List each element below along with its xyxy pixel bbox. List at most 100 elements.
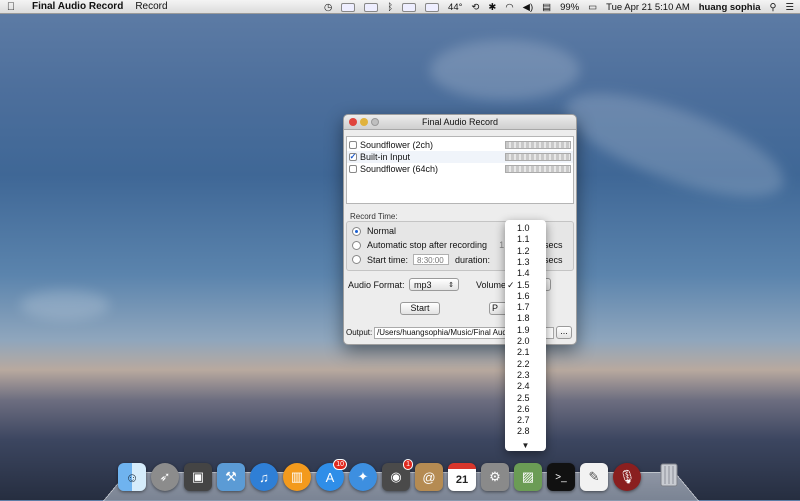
volume-option-label: 1.6 [517, 290, 530, 301]
duration-label: duration: [455, 254, 491, 265]
preview-icon[interactable]: ▨ [514, 463, 542, 491]
status-monitor-icon[interactable] [364, 2, 379, 12]
spotlight-icon[interactable]: ⚲ [770, 2, 777, 13]
status-monitor-icon[interactable] [402, 2, 417, 12]
itunes-icon[interactable]: ♫ [250, 463, 278, 491]
record-menu[interactable]: Record [135, 1, 167, 12]
title-bar[interactable]: Final Audio Record [344, 115, 576, 130]
volume-option[interactable]: 1.0 [505, 223, 546, 234]
volume-option[interactable]: 1.3 [505, 257, 546, 268]
battery-icon[interactable]: ▭ [588, 2, 597, 13]
volume-option[interactable]: 2.6 [505, 404, 546, 415]
volume-option-label: 1.3 [517, 256, 530, 267]
xcode-icon[interactable]: ⚒ [217, 463, 245, 491]
normal-radio[interactable] [352, 226, 361, 236]
notification-center-icon[interactable]: ☰ [785, 2, 794, 13]
photo-booth-icon[interactable]: ▣ [184, 463, 212, 491]
volume-option[interactable]: 1.4 [505, 268, 546, 279]
audio-format-popup[interactable]: mp3 ⇕ [409, 278, 459, 291]
volume-option[interactable]: 2.4 [505, 381, 546, 392]
volume-option[interactable]: 1.8 [505, 313, 546, 324]
ibooks-icon[interactable]: ▥ [283, 463, 311, 491]
auto-stop-radio[interactable] [352, 240, 361, 250]
volume-option-label: 1.9 [517, 324, 530, 335]
facetime-icon[interactable]: ◉ 1 [382, 459, 413, 491]
clock-status-icon[interactable]: ◷ [324, 2, 332, 13]
start-button[interactable]: Start [400, 302, 440, 315]
weather-temperature[interactable]: 44° [448, 2, 462, 13]
device-row[interactable]: Soundflower (64ch) [347, 163, 573, 175]
device-row[interactable]: ✓ Built-in Input [347, 151, 573, 163]
auto-stop-unit: secs [544, 240, 563, 250]
device-row[interactable]: Soundflower (2ch) [347, 139, 573, 151]
start-time-radio[interactable] [352, 255, 361, 264]
minimize-button[interactable] [360, 118, 368, 126]
volume-option[interactable]: 2.7 [505, 415, 546, 426]
volume-option[interactable]: 2.3 [505, 370, 546, 381]
start-time-option[interactable]: Start time: 8:30:00 duration: secs [352, 254, 563, 265]
launchpad-icon[interactable]: ➶ [151, 463, 179, 491]
checkmark-icon: ✓ [507, 279, 515, 290]
auto-stop-label: Automatic stop after recording [367, 240, 488, 250]
volume-option-label: 2.2 [517, 358, 530, 369]
battery-percent[interactable]: 99% [560, 2, 579, 13]
volume-option[interactable]: 1.7 [505, 302, 546, 313]
status-monitor-icon[interactable] [341, 2, 356, 12]
scroll-down-arrow-icon[interactable]: ▼ [505, 441, 546, 450]
system-preferences-icon[interactable]: ⚙ [481, 463, 509, 491]
device-checkbox[interactable] [349, 141, 357, 149]
wifi-icon[interactable]: ◠ [505, 2, 513, 13]
volume-option[interactable]: 2.0 [505, 336, 546, 347]
app-store-badge: 10 [333, 459, 347, 470]
volume-option[interactable]: 2.1 [505, 347, 546, 358]
menu-bar:  Final Audio Record Record ◷ ᛒ 44° ⟲ ✱ … [0, 0, 800, 14]
clock-datetime[interactable]: Tue Apr 21 5:10 AM [606, 2, 690, 13]
device-checkbox[interactable]: ✓ [349, 153, 357, 161]
audio-record-icon[interactable]: 🎙 [613, 463, 641, 491]
auto-stop-option[interactable]: Automatic stop after recording 1 secs [352, 240, 563, 250]
contacts-icon[interactable]: @ [415, 463, 443, 491]
flag-icon[interactable]: ▤ [542, 2, 551, 13]
start-time-field[interactable]: 8:30:00 [413, 254, 450, 265]
volume-option[interactable]: 2.2 [505, 359, 546, 370]
bluetooth-icon[interactable]: ✱ [488, 2, 496, 13]
volume-option-label: 2.4 [517, 381, 530, 392]
trash-icon[interactable] [656, 460, 682, 488]
browse-button[interactable]: ... [556, 326, 572, 339]
apple-menu-icon[interactable]:  [0, 1, 22, 13]
close-button[interactable] [349, 118, 357, 126]
volume-dropdown-menu: ▼ 1.0 1.1 1.2 1.3 1.4 ✓ 1.5 1.6 1.7 1.8 1.9 2.0 2.1 2.… [505, 220, 546, 451]
volume-icon[interactable]: ◀) [523, 2, 533, 13]
time-machine-icon[interactable]: ⟲ [471, 2, 479, 13]
app-menu[interactable]: Final Audio Record [32, 1, 123, 12]
calendar-icon[interactable]: 21 [448, 463, 476, 491]
bluetooth-icon[interactable]: ᛒ [387, 2, 393, 13]
normal-option[interactable]: Normal [352, 226, 396, 236]
volume-option[interactable]: 2.8 [505, 426, 546, 437]
device-label: Built-in Input [360, 152, 411, 162]
finder-icon[interactable]: ☺ [118, 463, 146, 491]
volume-option-label: 2.8 [517, 426, 530, 437]
level-meter [505, 141, 571, 149]
app-store-icon[interactable]: A 10 [316, 459, 347, 491]
volume-option[interactable]: 1.2 [505, 246, 546, 257]
zoom-button[interactable] [371, 118, 379, 126]
volume-option[interactable]: 2.5 [505, 393, 546, 404]
user-name[interactable]: huang sophia [699, 2, 761, 13]
normal-label: Normal [367, 226, 397, 236]
sky-cloud [430, 40, 580, 100]
volume-option[interactable]: 1.1 [505, 234, 546, 245]
start-time-label: Start time: [367, 254, 409, 265]
volume-option[interactable]: ✓ 1.5 [505, 280, 546, 291]
terminal-icon[interactable]: >_ [547, 463, 575, 491]
volume-option[interactable]: 1.9 [505, 325, 546, 336]
volume-option[interactable]: 1.6 [505, 291, 546, 302]
textedit-icon[interactable]: ✎ [580, 463, 608, 491]
volume-option-label: 2.0 [517, 336, 530, 346]
auto-stop-value[interactable]: 1 [499, 240, 504, 250]
status-monitor-icon[interactable] [425, 2, 440, 12]
safari-icon[interactable]: ✦ [349, 463, 377, 491]
device-checkbox[interactable] [349, 165, 357, 173]
volume-option-label: 1.4 [517, 268, 530, 279]
level-meter [505, 165, 571, 173]
